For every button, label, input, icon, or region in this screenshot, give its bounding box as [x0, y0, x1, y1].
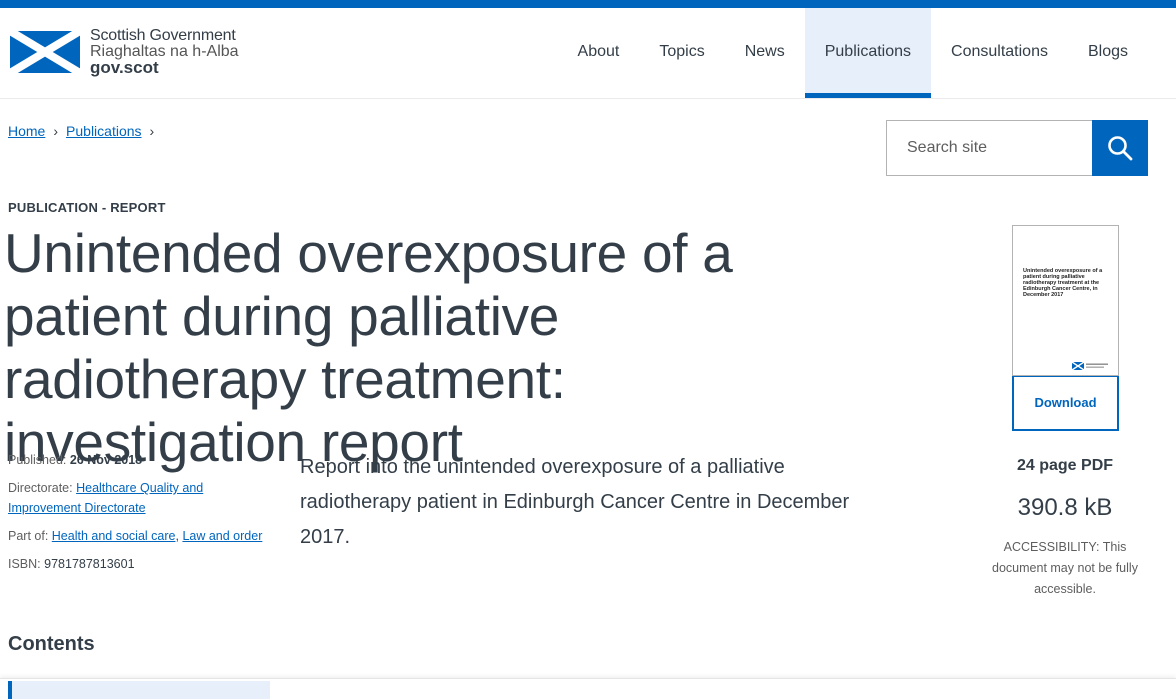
- meta-partof-link-law[interactable]: Law and order: [182, 529, 262, 543]
- meta-published: Published: 26 Nov 2018: [8, 450, 278, 470]
- document-file-size: 390.8 kB: [1017, 494, 1113, 521]
- meta-directorate-label: Directorate:: [8, 481, 73, 495]
- download-button[interactable]: Download: [1012, 375, 1119, 431]
- nav-item-news[interactable]: News: [725, 8, 805, 98]
- nav-item-about[interactable]: About: [558, 8, 640, 98]
- meta-published-value: 26 Nov 2018: [69, 453, 143, 467]
- search-icon: [1108, 136, 1133, 161]
- document-download-panel: Unintended overexposure of a patient dur…: [1012, 225, 1119, 431]
- nav-item-topics[interactable]: Topics: [639, 8, 724, 98]
- meta-isbn-value: 9781787813601: [44, 557, 135, 571]
- site-logo-link[interactable]: Scottish Government Riaghaltas na h-Alba…: [10, 28, 250, 78]
- document-thumbnail[interactable]: Unintended overexposure of a patient dur…: [1012, 225, 1119, 376]
- document-info: 24 page PDF 390.8 kB ACCESSIBILITY: This…: [975, 455, 1155, 600]
- contents-first-item[interactable]: [8, 681, 270, 699]
- saltire-flag-icon: [10, 31, 80, 73]
- site-header: Scottish Government Riaghaltas na h-Alba…: [0, 8, 1176, 99]
- logo-line-domain: gov.scot: [90, 58, 159, 77]
- breadcrumb: Home › Publications ›: [8, 123, 162, 139]
- meta-partof-separator: ,: [175, 529, 179, 543]
- meta-isbn: ISBN: 9781787813601: [8, 554, 278, 574]
- logo-wordmark: Scottish Government Riaghaltas na h-Alba…: [90, 27, 239, 77]
- top-brand-bar: [0, 0, 1176, 8]
- thumbnail-logo-icon: [1072, 362, 1108, 370]
- document-page-count: 24 page PDF: [1016, 457, 1114, 474]
- breadcrumb-separator: ›: [53, 123, 59, 139]
- page-title: Unintended overexposure of a patient dur…: [4, 222, 733, 473]
- nav-item-blogs[interactable]: Blogs: [1068, 8, 1148, 98]
- search-button[interactable]: [1092, 120, 1148, 176]
- breadcrumb-home[interactable]: Home: [8, 123, 45, 139]
- meta-part-of: Part of: Health and social care, Law and…: [8, 526, 278, 546]
- breadcrumb-publications[interactable]: Publications: [66, 123, 142, 139]
- publication-type-label: PUBLICATION - REPORT: [8, 200, 166, 215]
- document-thumbnail-title: Unintended overexposure of a patient dur…: [1023, 268, 1103, 298]
- meta-isbn-label: ISBN:: [8, 557, 41, 571]
- nav-item-consultations[interactable]: Consultations: [931, 8, 1068, 98]
- meta-partof-link-health[interactable]: Health and social care: [52, 529, 176, 543]
- publication-summary: Report into the unintended overexposure …: [300, 456, 850, 548]
- meta-partof-label: Part of:: [8, 529, 49, 543]
- publication-metadata: Published: 26 Nov 2018 Directorate: Heal…: [8, 450, 278, 582]
- search-input[interactable]: [886, 120, 1092, 176]
- meta-published-label: Published:: [8, 453, 67, 467]
- contents-heading: Contents: [8, 633, 95, 655]
- breadcrumb-separator: ›: [149, 123, 155, 139]
- site-search: [886, 120, 1148, 176]
- nav-item-publications[interactable]: Publications: [804, 8, 932, 98]
- document-accessibility-note: ACCESSIBILITY: This document may not be …: [992, 540, 1138, 596]
- main-navigation: About Topics News Publications Consultat…: [558, 8, 1148, 98]
- logo-line-english: Scottish Government: [90, 27, 236, 44]
- meta-directorate: Directorate: Healthcare Quality and Impr…: [8, 478, 278, 518]
